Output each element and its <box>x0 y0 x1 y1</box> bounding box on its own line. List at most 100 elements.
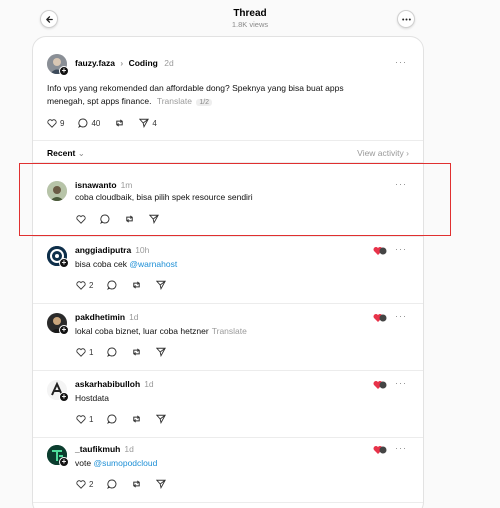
follow-plus-icon[interactable]: + <box>59 325 69 335</box>
repost-button[interactable] <box>131 479 142 489</box>
view-count: 1.8K views <box>231 20 269 29</box>
post-text-line: Info vps yang rekomended dan affordable … <box>47 83 344 93</box>
share-count: 4 <box>152 118 157 128</box>
send-icon <box>139 118 150 128</box>
share-button[interactable] <box>156 347 167 357</box>
like-count: 2 <box>89 280 94 290</box>
comment-count: 40 <box>91 118 101 128</box>
share-button[interactable] <box>156 280 167 290</box>
repost-icon <box>133 348 141 356</box>
topic-tag[interactable]: Coding <box>129 58 158 68</box>
like-count: 1 <box>89 414 94 424</box>
repost-button[interactable] <box>131 280 142 290</box>
reply-text: Hostdata <box>75 393 110 403</box>
reply-time: 1d <box>144 379 154 389</box>
like-button[interactable]: 1 <box>76 415 93 424</box>
creator-liked-icon <box>373 446 387 454</box>
comment-button[interactable] <box>107 479 117 489</box>
reply-time: 10h <box>135 245 150 255</box>
post-more-icon[interactable]: ··· <box>395 57 407 67</box>
reply-more-icon[interactable]: ··· <box>395 443 407 453</box>
reply-text: vote @sumopodcloud <box>75 457 157 470</box>
reply-username: _taufikmuh <box>75 444 121 454</box>
mention-link[interactable]: @warnahost <box>129 259 177 269</box>
reply-author[interactable]: _taufikmuh 1d <box>75 444 134 454</box>
heart-icon <box>76 347 86 357</box>
chevron-down-icon: ⌄ <box>77 148 85 158</box>
repost-icon <box>133 480 141 488</box>
send-icon <box>156 414 167 424</box>
sort-label: Recent <box>47 148 76 158</box>
reply-text: lokal coba biznet, luar coba hetzner Tran… <box>75 325 247 338</box>
thread-title-group: Thread 1.8K views <box>0 8 500 29</box>
author-username[interactable]: fauzy.faza <box>75 58 115 68</box>
like-count: 2 <box>89 479 94 489</box>
comment-button[interactable] <box>107 347 117 357</box>
comment-button[interactable] <box>107 414 117 424</box>
post-text-line-content: menegah, spt apps finance. <box>47 96 152 106</box>
follow-plus-icon[interactable]: + <box>59 66 69 76</box>
reply-text-content: vote <box>75 458 94 468</box>
like-button[interactable]: 9 <box>47 119 64 128</box>
reply-actions: 2 <box>76 479 180 489</box>
comment-button[interactable] <box>107 280 117 290</box>
reply-actions: 2 <box>76 280 180 290</box>
repost-button[interactable] <box>131 414 142 424</box>
share-button[interactable]: 4 <box>139 118 157 128</box>
heart-icon <box>76 414 86 424</box>
like-count: 9 <box>60 118 65 128</box>
comment-icon <box>107 414 117 424</box>
mention-link[interactable]: @sumopodcloud <box>93 458 157 468</box>
heart-icon <box>76 280 86 290</box>
follow-plus-icon[interactable]: + <box>59 258 69 268</box>
more-options-button[interactable] <box>397 10 415 28</box>
reply-more-icon[interactable]: ··· <box>395 244 407 254</box>
repost-icon <box>116 119 124 127</box>
reply-username: pakdhetimin <box>75 312 126 322</box>
repost-button[interactable] <box>131 347 142 357</box>
highlight-box <box>19 163 451 236</box>
reply-author[interactable]: askarhabibulloh 1d <box>75 379 154 389</box>
translate-link[interactable]: Translate <box>157 96 192 106</box>
comment-icon <box>107 347 117 357</box>
sort-dropdown[interactable]: Recent ⌄ <box>47 148 85 159</box>
reply-author[interactable]: pakdhetimin 1d <box>75 312 139 322</box>
like-button[interactable]: 2 <box>76 281 93 290</box>
post-text: Info vps yang rekomended dan affordable … <box>47 82 417 109</box>
follow-plus-icon[interactable]: + <box>59 457 69 467</box>
divider <box>33 437 423 438</box>
like-button[interactable]: 2 <box>76 480 93 489</box>
view-activity-link[interactable]: View activity › <box>357 148 409 158</box>
reply-text-content: lokal coba biznet, luar coba hetzner <box>75 326 209 336</box>
post-actions: 9 40 4 <box>47 118 171 128</box>
repost-button[interactable] <box>114 118 125 128</box>
divider <box>33 370 423 371</box>
comment-icon <box>107 280 117 290</box>
repost-icon <box>133 415 141 423</box>
heart-icon <box>76 479 86 489</box>
comment-button[interactable]: 40 <box>78 118 100 128</box>
creator-liked-icon <box>373 314 387 322</box>
reply-more-icon[interactable]: ··· <box>395 378 407 388</box>
post-author: fauzy.faza › Coding 2d <box>75 58 174 68</box>
more-horizontal-icon <box>401 18 411 20</box>
thread-card: + fauzy.faza › Coding 2d ··· Info vps ya… <box>32 36 424 508</box>
reply-actions: 1 <box>76 414 180 424</box>
like-count: 1 <box>89 347 94 357</box>
reply-author[interactable]: anggiadiputra 10h <box>75 245 149 255</box>
send-icon <box>156 280 167 290</box>
translate-link[interactable]: Translate <box>212 326 247 336</box>
creator-liked-icon <box>373 247 387 255</box>
reply-more-icon[interactable]: ··· <box>395 311 407 321</box>
share-button[interactable] <box>156 479 167 489</box>
reply-username: askarhabibulloh <box>75 379 141 389</box>
share-button[interactable] <box>156 414 167 424</box>
reply-time: 1d <box>129 312 139 322</box>
translate-page-pill: 1/2 <box>196 99 213 106</box>
chevron-right-icon: › <box>406 148 409 158</box>
divider <box>33 140 423 141</box>
post-time: 2d <box>164 58 174 68</box>
like-button[interactable]: 1 <box>76 348 93 357</box>
follow-plus-icon[interactable]: + <box>59 392 69 402</box>
divider <box>33 236 423 237</box>
